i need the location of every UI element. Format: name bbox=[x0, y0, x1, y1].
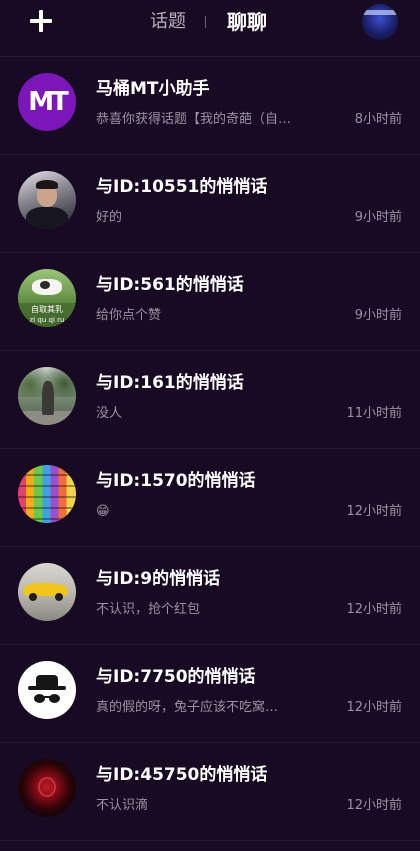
chat-time: 12小时前 bbox=[346, 504, 402, 519]
chat-time: 12小时前 bbox=[346, 602, 402, 617]
top-bar: 话题 聊聊 bbox=[0, 0, 420, 48]
chat-preview: 没人 bbox=[96, 406, 123, 421]
avatar-art bbox=[55, 593, 63, 601]
chat-item[interactable]: 与ID:45750的悄悄话 不认识滴 12小时前 bbox=[0, 743, 420, 841]
avatar-art bbox=[44, 696, 50, 698]
chat-name: 马桶MT小助手 bbox=[96, 79, 210, 99]
tab-divider bbox=[205, 16, 206, 28]
chat-item[interactable]: 与ID:9的悄悄话 不认识，抢个红包 12小时前 bbox=[0, 547, 420, 645]
chat-item[interactable]: 与ID:1570的悄悄话 😁 12小时前 bbox=[0, 449, 420, 547]
avatar-caption: 自取其乳 bbox=[31, 305, 63, 314]
statue-photo-avatar[interactable] bbox=[18, 367, 76, 425]
chat-item[interactable]: 与ID:10551的悄悄话 好的 9小时前 bbox=[0, 155, 420, 253]
chat-name: 与ID:161的悄悄话 bbox=[96, 373, 244, 393]
chat-item[interactable]: 与ID:161的悄悄话 没人 11小时前 bbox=[0, 351, 420, 449]
chat-preview: 不认识滴 bbox=[96, 798, 149, 813]
avatar-art bbox=[40, 281, 50, 289]
row-divider bbox=[0, 840, 420, 841]
person-photo-avatar[interactable] bbox=[18, 171, 76, 229]
mt-logo-text: MT bbox=[28, 87, 69, 117]
avatar-art bbox=[36, 675, 58, 686]
car-photo-avatar[interactable] bbox=[18, 563, 76, 621]
avatar-art bbox=[36, 180, 58, 189]
avatar-art bbox=[28, 686, 66, 690]
chat-item[interactable]: 自取其乳 zi qu qi ru 与ID:561的悄悄话 给你点个赞 9小时前 bbox=[0, 253, 420, 351]
chat-preview: 不认识，抢个红包 bbox=[96, 602, 201, 617]
chat-name: 与ID:9的悄悄话 bbox=[96, 569, 221, 589]
profile-avatar-band bbox=[362, 10, 398, 15]
avatar-caption-pinyin: zi qu qi ru bbox=[29, 316, 65, 324]
profile-avatar[interactable] bbox=[362, 4, 398, 40]
avatar-art bbox=[49, 694, 60, 703]
chat-name: 与ID:7750的悄悄话 bbox=[96, 667, 256, 687]
avatar-art bbox=[42, 381, 54, 415]
tab-topics[interactable]: 话题 bbox=[150, 10, 186, 34]
chat-time: 8小时前 bbox=[354, 112, 402, 127]
cow-photo-avatar[interactable]: 自取其乳 zi qu qi ru bbox=[18, 269, 76, 327]
avatar-art bbox=[18, 465, 76, 523]
chat-item[interactable]: 与ID:7750的悄悄话 真的假的呀，兔子应该不吃窝… 12小时前 bbox=[0, 645, 420, 743]
mt-logo-avatar[interactable]: MT bbox=[18, 73, 76, 131]
chat-name: 与ID:1570的悄悄话 bbox=[96, 471, 256, 491]
chat-item[interactable]: MT 马桶MT小助手 恭喜你获得话题【我的奇葩（自… 8小时前 bbox=[0, 57, 420, 155]
chat-time: 12小时前 bbox=[346, 798, 402, 813]
spy-icon[interactable] bbox=[18, 661, 76, 719]
chat-preview: 真的假的呀，兔子应该不吃窝… bbox=[96, 700, 279, 715]
chat-time: 12小时前 bbox=[346, 700, 402, 715]
avatar-art bbox=[26, 207, 68, 229]
chat-name: 与ID:561的悄悄话 bbox=[96, 275, 244, 295]
chat-time: 9小时前 bbox=[354, 308, 402, 323]
avatar-art bbox=[29, 593, 37, 601]
macaron-photo-avatar[interactable] bbox=[18, 465, 76, 523]
avatar-art bbox=[38, 777, 56, 797]
tab-chat[interactable]: 聊聊 bbox=[227, 8, 267, 36]
chat-preview: 恭喜你获得话题【我的奇葩（自… bbox=[96, 112, 292, 127]
chat-name: 与ID:45750的悄悄话 bbox=[96, 765, 268, 785]
chat-time: 11小时前 bbox=[346, 406, 402, 421]
chat-preview: 😁 bbox=[96, 504, 110, 519]
rose-photo-avatar[interactable] bbox=[18, 759, 76, 817]
plus-icon[interactable] bbox=[28, 8, 54, 34]
chat-preview: 好的 bbox=[96, 210, 123, 225]
chat-time: 9小时前 bbox=[354, 210, 402, 225]
chat-preview: 给你点个赞 bbox=[96, 308, 162, 323]
chat-name: 与ID:10551的悄悄话 bbox=[96, 177, 268, 197]
chat-screen: 话题 聊聊 MT 马桶MT小助手 恭喜你获得话题【我的奇葩（自… 8小时前 与I… bbox=[0, 0, 420, 851]
